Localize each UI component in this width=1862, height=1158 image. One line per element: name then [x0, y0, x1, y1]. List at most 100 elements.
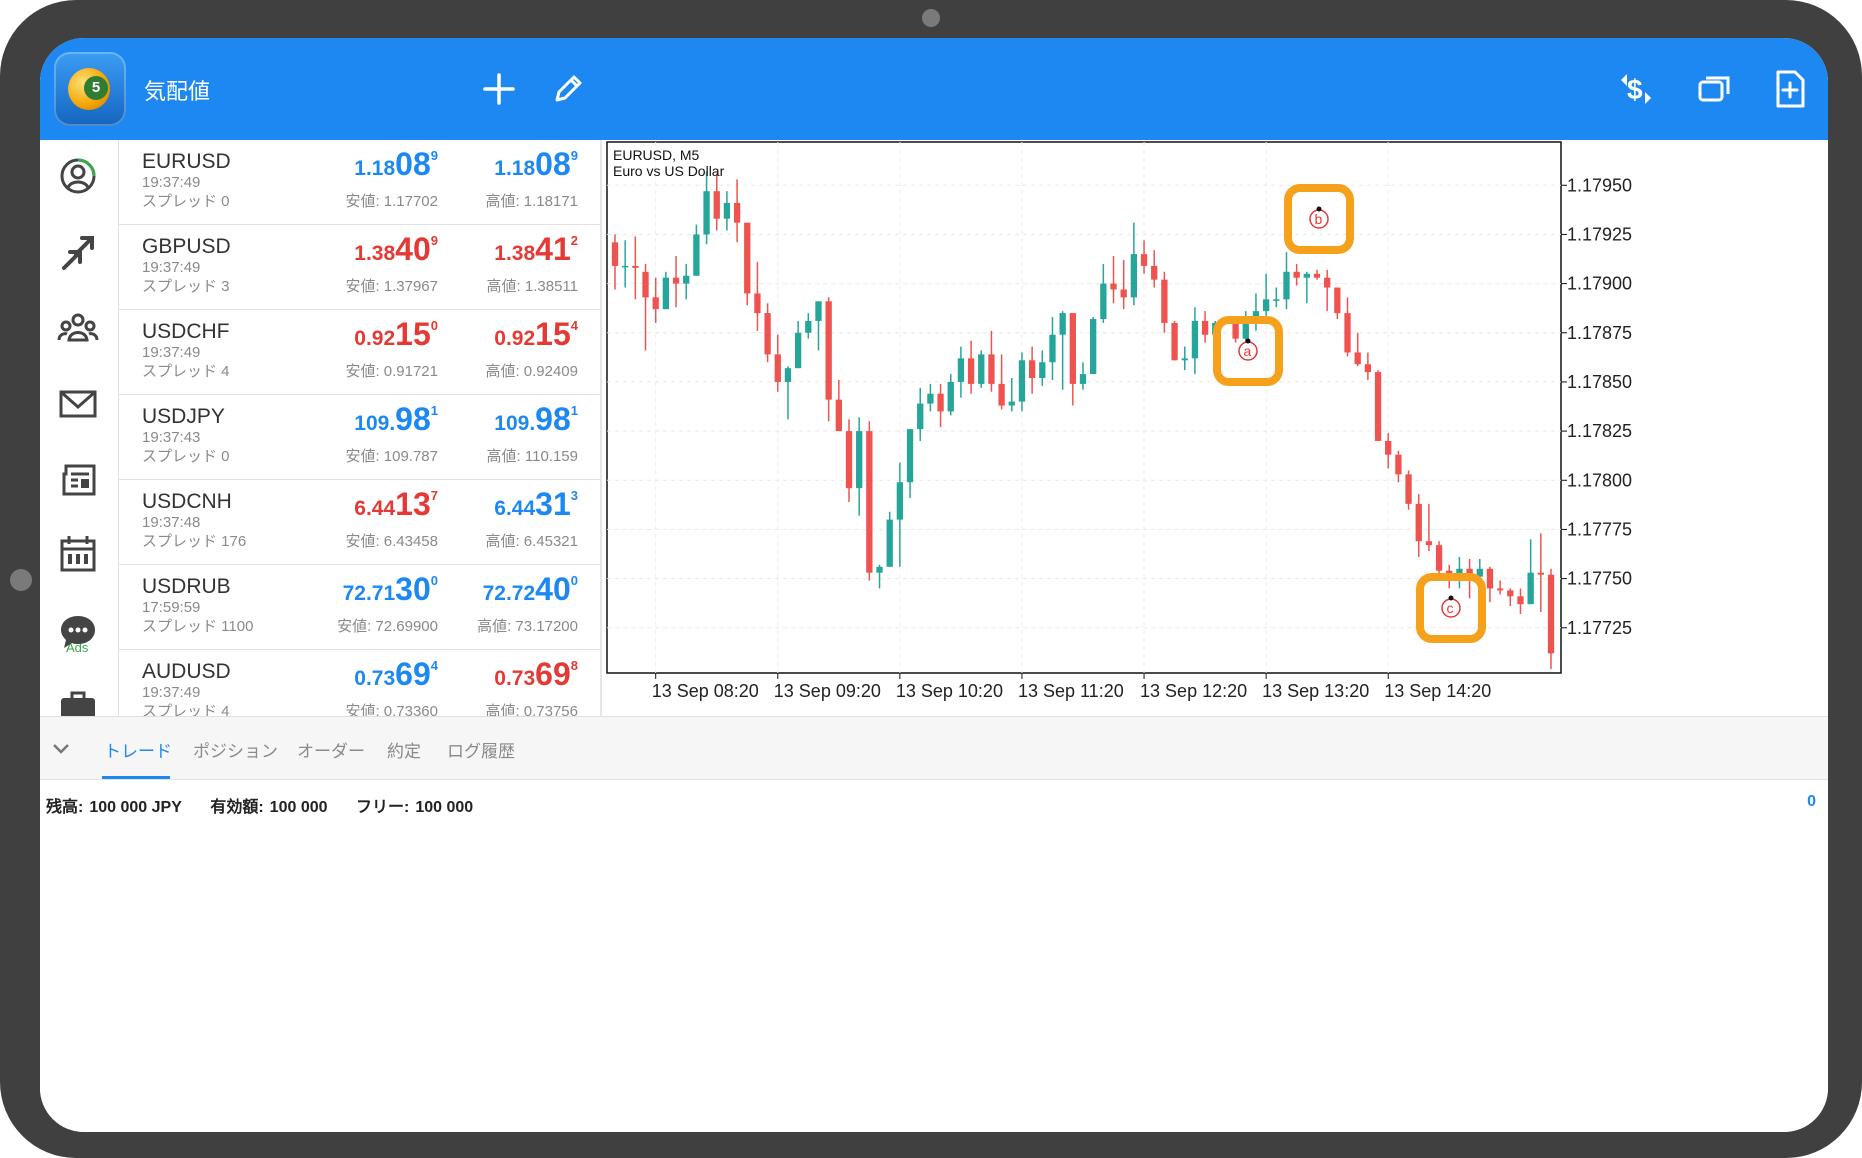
candle-body[interactable]	[825, 301, 832, 400]
candle-body[interactable]	[1405, 474, 1412, 504]
quote-row[interactable]: USDCHF 19:37:49 スプレッド 4 0.92150 0.92154 安値: 0…	[118, 310, 602, 395]
candle-body[interactable]	[794, 332, 802, 369]
candle-body[interactable]	[1130, 254, 1138, 298]
tab-positions[interactable]: ポジション	[193, 737, 278, 762]
candle-body[interactable]	[1069, 313, 1076, 384]
tab-orders[interactable]: オーダー	[297, 737, 365, 762]
candle-body[interactable]	[784, 368, 792, 382]
candle-body[interactable]	[1079, 374, 1087, 384]
candle-body[interactable]	[967, 358, 975, 384]
candle-body[interactable]	[1324, 277, 1331, 288]
candle-body[interactable]	[1049, 334, 1056, 363]
candle-body[interactable]	[805, 320, 812, 333]
new-order-button[interactable]	[1767, 66, 1813, 112]
candle-body[interactable]	[1435, 545, 1443, 571]
candle-body[interactable]	[733, 202, 741, 223]
candle-body[interactable]	[1344, 313, 1351, 353]
candle-body[interactable]	[1395, 454, 1402, 475]
candle-body[interactable]	[937, 393, 944, 412]
candle-body[interactable]	[1303, 273, 1310, 278]
candle-body[interactable]	[1293, 271, 1300, 278]
candlestick-chart[interactable]: 1.17950 1.17925 1.17900 1.17875 1.17850 1.178…	[602, 140, 1828, 716]
candle-body[interactable]	[866, 431, 873, 573]
candle-body[interactable]	[1354, 352, 1361, 365]
candle-body[interactable]	[632, 265, 639, 268]
app-logo[interactable]: 5	[54, 52, 126, 126]
community-nav-button[interactable]	[56, 306, 100, 350]
candle-body[interactable]	[1151, 265, 1158, 280]
candle-body[interactable]	[1028, 360, 1036, 378]
candle-body[interactable]	[1110, 283, 1117, 290]
candle-body[interactable]	[693, 234, 700, 276]
tab-deals[interactable]: 約定	[387, 737, 421, 762]
candle-body[interactable]	[683, 275, 690, 284]
candle-body[interactable]	[1547, 574, 1555, 654]
candle-body[interactable]	[978, 354, 985, 384]
quote-row[interactable]: AUDUSD 19:37:49 スプレッド 4 0.73694 0.73698 安値: 0…	[118, 650, 602, 716]
quote-row[interactable]: EURUSD 19:37:49 スプレッド 0 1.18089 1.18089 安値: 1…	[118, 140, 602, 225]
candle-body[interactable]	[896, 482, 904, 520]
candle-body[interactable]	[927, 393, 934, 404]
candle-body[interactable]	[856, 431, 863, 489]
candle-body[interactable]	[1334, 287, 1341, 314]
windows-button[interactable]	[1691, 66, 1737, 112]
candle-body[interactable]	[957, 358, 965, 382]
candle-body[interactable]	[835, 399, 842, 432]
candle-body[interactable]	[1008, 401, 1015, 406]
candle-body[interactable]	[1262, 299, 1270, 312]
candle-body[interactable]	[1517, 596, 1524, 605]
candle-body[interactable]	[1191, 320, 1199, 359]
add-symbol-button[interactable]	[476, 66, 522, 112]
candle-body[interactable]	[876, 566, 883, 573]
candle-body[interactable]	[713, 191, 720, 219]
candle-body[interactable]	[1201, 320, 1209, 335]
candle-body[interactable]	[906, 429, 914, 483]
candle-body[interactable]	[1090, 319, 1097, 375]
quote-row[interactable]: GBPUSD 19:37:49 スプレッド 3 1.38409 1.38412 安値: 1…	[118, 225, 602, 310]
mail-nav-button[interactable]	[56, 382, 100, 426]
candle-body[interactable]	[1313, 273, 1321, 278]
candle-body[interactable]	[998, 383, 1005, 406]
candle-body[interactable]	[1496, 588, 1504, 591]
candle-body[interactable]	[1415, 503, 1422, 542]
candle-body[interactable]	[1283, 271, 1290, 300]
tab-trade[interactable]: トレード	[104, 737, 172, 762]
candle-body[interactable]	[1385, 440, 1392, 455]
candle-body[interactable]	[988, 354, 995, 384]
candle-body[interactable]	[723, 202, 731, 219]
candle-body[interactable]	[1059, 313, 1066, 335]
candle-body[interactable]	[1273, 299, 1280, 301]
calendar-nav-button[interactable]	[56, 532, 100, 576]
quote-row[interactable]: USDCNH 19:37:48 スプレッド 176 6.44137 6.44313 安値:…	[118, 480, 602, 565]
candle-body[interactable]	[652, 297, 659, 310]
candle-body[interactable]	[774, 354, 781, 382]
candle-body[interactable]	[815, 301, 822, 321]
candle-body[interactable]	[611, 242, 619, 266]
news-nav-button[interactable]	[56, 458, 100, 502]
candle-body[interactable]	[1364, 364, 1372, 373]
candle-body[interactable]	[947, 381, 954, 412]
candle-body[interactable]	[1374, 372, 1382, 441]
tab-log-history[interactable]: ログ履歴	[447, 737, 515, 762]
candle-body[interactable]	[1120, 289, 1127, 298]
one-click-trading-button[interactable]: $	[1613, 66, 1659, 112]
candle-body[interactable]	[764, 313, 771, 355]
candle-body[interactable]	[1140, 254, 1148, 266]
quotes-nav-button[interactable]	[56, 154, 100, 198]
candle-body[interactable]	[672, 277, 680, 284]
candle-body[interactable]	[1537, 572, 1544, 575]
candle-body[interactable]	[917, 403, 924, 430]
chat-nav-button[interactable]	[56, 610, 100, 654]
quote-row[interactable]: USDJPY 19:37:43 スプレッド 0 109.981 109.981 安値: 1…	[118, 395, 602, 480]
trade-nav-button[interactable]	[56, 230, 100, 274]
candle-body[interactable]	[1486, 568, 1494, 589]
candle-body[interactable]	[1018, 360, 1026, 402]
candle-body[interactable]	[1171, 322, 1178, 361]
candle-body[interactable]	[744, 222, 751, 294]
chevron-down-icon[interactable]	[48, 735, 74, 761]
candle-body[interactable]	[1161, 279, 1168, 323]
candle-body[interactable]	[1507, 590, 1514, 597]
quote-row[interactable]: USDRUB 17:59:59 スプレッド 1100 72.71300 72.72400…	[118, 565, 602, 650]
candle-body[interactable]	[886, 519, 893, 567]
candle-body[interactable]	[642, 271, 649, 298]
